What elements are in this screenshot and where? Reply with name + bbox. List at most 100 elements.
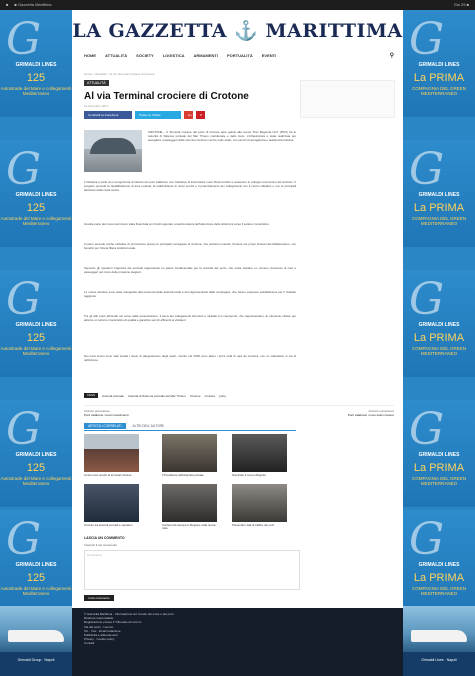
nav-item-attualita[interactable]: ATTUALITÀ (105, 53, 127, 58)
submit-comment-button[interactable]: Invia commento (84, 595, 114, 601)
ad-footer: Grimaldi Lines · Napoli (403, 652, 475, 676)
article-paragraph: Le nuove strutture sono state inaugurate… (84, 290, 296, 299)
prev-article-link[interactable]: Articolo precedente Porti calabresi, nuo… (84, 409, 129, 417)
comments-subtitle: Inserisci il tuo commento (84, 543, 118, 547)
ad-g-logo: G (409, 274, 445, 325)
tags-label: TAGS (84, 393, 98, 398)
comments-title: LASCIA UN COMMENTO (84, 536, 125, 540)
related-thumb[interactable] (162, 484, 217, 522)
nav-item-armamenti[interactable]: ARMAMENTI (194, 53, 218, 58)
prev-title[interactable]: Porti calabresi, nuovi investimenti (84, 413, 129, 417)
related-thumb[interactable] (84, 484, 139, 522)
share-pinterest-button[interactable]: P (196, 111, 205, 119)
nav-item-eventi[interactable]: EVENTI (262, 53, 276, 58)
ad-block[interactable]: G GRIMALDI LINES La PRIMA COMPAGNIA DEL … (403, 270, 475, 377)
ad-block[interactable]: G GRIMALDI LINES 125 Autostrade del Mare… (0, 510, 72, 617)
ad-subtext: Autostrade del Mare e collegamenti Medit… (0, 586, 72, 596)
ad-block[interactable]: G GRIMALDI LINES 125 Autostrade del Mare… (0, 270, 72, 377)
search-icon[interactable]: ⚲ (390, 52, 394, 59)
ad-block[interactable]: G GRIMALDI LINES La PRIMA COMPAGNIA DEL … (403, 10, 475, 117)
breadcrumb[interactable]: Home > Attualità > Al via Terminal croci… (84, 72, 155, 76)
ad-subtext: Autostrade del Mare e collegamenti Medit… (0, 346, 72, 356)
next-article-link[interactable]: Articolo successivo Porti calabresi, nuo… (348, 409, 394, 417)
ad-block[interactable]: G GRIMALDI LINES 125 Autostrade del Mare… (0, 140, 72, 247)
related-tabs: ARTICOLI CORRELATI ALTRI DELL'AUTORE (84, 423, 168, 429)
ad-g-logo: G (409, 514, 445, 565)
tab-author[interactable]: ALTRI DELL'AUTORE (129, 423, 169, 429)
top-bar: ■ ■ Gazzetta Marittima Gio 29 ■ (0, 0, 475, 10)
related-caption[interactable]: Incontro tra autorità portuali e operato… (84, 523, 139, 527)
related-thumb[interactable] (84, 434, 139, 472)
tag-link[interactable]: Autorità di Sistema portuale del Mar Tir… (128, 394, 186, 398)
share-gplus-button[interactable]: G+ (184, 111, 193, 119)
ad-ship-image (403, 606, 475, 652)
ad-brand: GRIMALDI LINES (15, 62, 57, 68)
ad-block[interactable]: G GRIMALDI LINES La PRIMA COMPAGNIA DEL … (403, 400, 475, 507)
ad-subtext: COMPAGNIA DEL GREEN MEDITERRANEO (411, 586, 466, 596)
article-paragraph: L’iniziativa è parte di un programma di … (84, 180, 296, 193)
article-date: 12 Dicembre 2017 (84, 104, 109, 108)
related-caption[interactable]: Al via nuovi servizi al terminal crocier… (84, 473, 139, 477)
related-caption[interactable]: Nominato il nuovo dirigente (232, 473, 287, 477)
ad-brand: GRIMALDI LINES (418, 322, 460, 328)
ad-g-logo: G (409, 404, 445, 455)
ad-headline: La PRIMA (413, 332, 465, 344)
ad-brand: GRIMALDI LINES (15, 452, 57, 458)
main-nav: HOME ATTUALITÀ SOCIETY LOGISTICA ARMAMEN… (84, 50, 394, 60)
main-content: LA GAZZETTA ⚓ MARITTIMA HOME ATTUALITÀ S… (72, 10, 403, 610)
ad-brand: GRIMALDI LINES (15, 192, 57, 198)
tag-link[interactable]: Autorità portuale (102, 394, 124, 398)
ad-subtext: COMPAGNIA DEL GREEN MEDITERRANEO (411, 86, 466, 96)
ad-ship-image (0, 606, 72, 652)
ad-g-logo: G (6, 144, 42, 195)
masthead[interactable]: LA GAZZETTA ⚓ MARITTIMA (72, 14, 403, 48)
share-twitter-button[interactable]: Tweet su Twitter (135, 111, 181, 119)
nav-item-society[interactable]: SOCIETY (136, 53, 154, 58)
article-photo (84, 130, 142, 172)
ad-footer: Grimaldi Group · Napoli (0, 652, 72, 676)
ad-brand: GRIMALDI LINES (418, 452, 460, 458)
ad-headline: La PRIMA (413, 572, 465, 584)
ad-block[interactable]: G GRIMALDI LINES La PRIMA COMPAGNIA DEL … (403, 510, 475, 617)
next-title[interactable]: Porti calabresi, nuovi scali crociere (348, 413, 394, 417)
right-side-ad[interactable]: G GRIMALDI LINES La PRIMA COMPAGNIA DEL … (403, 10, 475, 676)
site-logo-title[interactable]: LA GAZZETTA ⚓ MARITTIMA (72, 20, 402, 42)
article-paragraph: Il piano prevede anche iniziative di pro… (84, 242, 296, 251)
nav-item-portualita[interactable]: PORTUALITÀ (227, 53, 253, 58)
ad-g-logo: G (409, 144, 445, 195)
ad-subtext: Autostrade del Mare e collegamenti Medit… (0, 476, 72, 486)
ad-subtext: Autostrade del Mare e collegamenti Medit… (0, 86, 72, 96)
prev-next-nav: Articolo precedente Porti calabresi, nuo… (84, 405, 394, 417)
ad-subtext: Autostrade del Mare e collegamenti Medit… (0, 216, 72, 226)
comment-textarea[interactable]: Commento: (84, 550, 300, 590)
share-facebook-button[interactable]: Condividi su Facebook (84, 111, 132, 119)
ad-brand: GRIMALDI LINES (418, 62, 460, 68)
left-side-ad[interactable]: G GRIMALDI LINES 125 Autostrade del Mare… (0, 10, 72, 676)
ad-block[interactable]: G GRIMALDI LINES 125 Autostrade del Mare… (0, 10, 72, 117)
related-thumb[interactable] (232, 484, 287, 522)
top-bar-site-link[interactable]: ■ Gazzetta Marittima (14, 0, 51, 10)
ad-brand: GRIMALDI LINES (418, 562, 460, 568)
article-paragraph: Secondo gli operatori l’apertura del ter… (84, 266, 296, 275)
article-paragraph: CROTONE – Il Terminal crociere del porto… (148, 130, 296, 143)
related-caption[interactable]: Il Presidente dell'Autorità portuale (162, 473, 217, 477)
nav-item-logistica[interactable]: LOGISTICA (163, 53, 185, 58)
ad-g-logo: G (6, 514, 42, 565)
tag-link[interactable]: Crotone (190, 394, 201, 398)
tag-link[interactable]: porto (219, 394, 226, 398)
tag-link[interactable]: crociere (205, 394, 216, 398)
footer-line[interactable]: Contatti (84, 641, 391, 645)
ad-g-logo: G (6, 274, 42, 325)
article-paragraph: Tra gli altri punti affrontati nel corso… (84, 314, 296, 323)
category-badge[interactable]: ATTUALITÀ (84, 80, 109, 86)
nav-item-home[interactable]: HOME (84, 53, 96, 58)
ad-subtext: COMPAGNIA DEL GREEN MEDITERRANEO (411, 216, 466, 226)
tab-related[interactable]: ARTICOLI CORRELATI (84, 423, 126, 429)
related-caption[interactable]: Presentati i dati di traffico dei porti (232, 523, 287, 527)
related-thumb[interactable] (162, 434, 217, 472)
ad-block[interactable]: G GRIMALDI LINES 125 Autostrade del Mare… (0, 400, 72, 507)
related-caption[interactable]: Conferenza stampa in Regione sulla nuova… (162, 523, 217, 531)
related-thumb[interactable] (232, 434, 287, 472)
top-bar-menu-icon[interactable]: ■ (6, 0, 8, 10)
ad-block[interactable]: G GRIMALDI LINES La PRIMA COMPAGNIA DEL … (403, 140, 475, 247)
